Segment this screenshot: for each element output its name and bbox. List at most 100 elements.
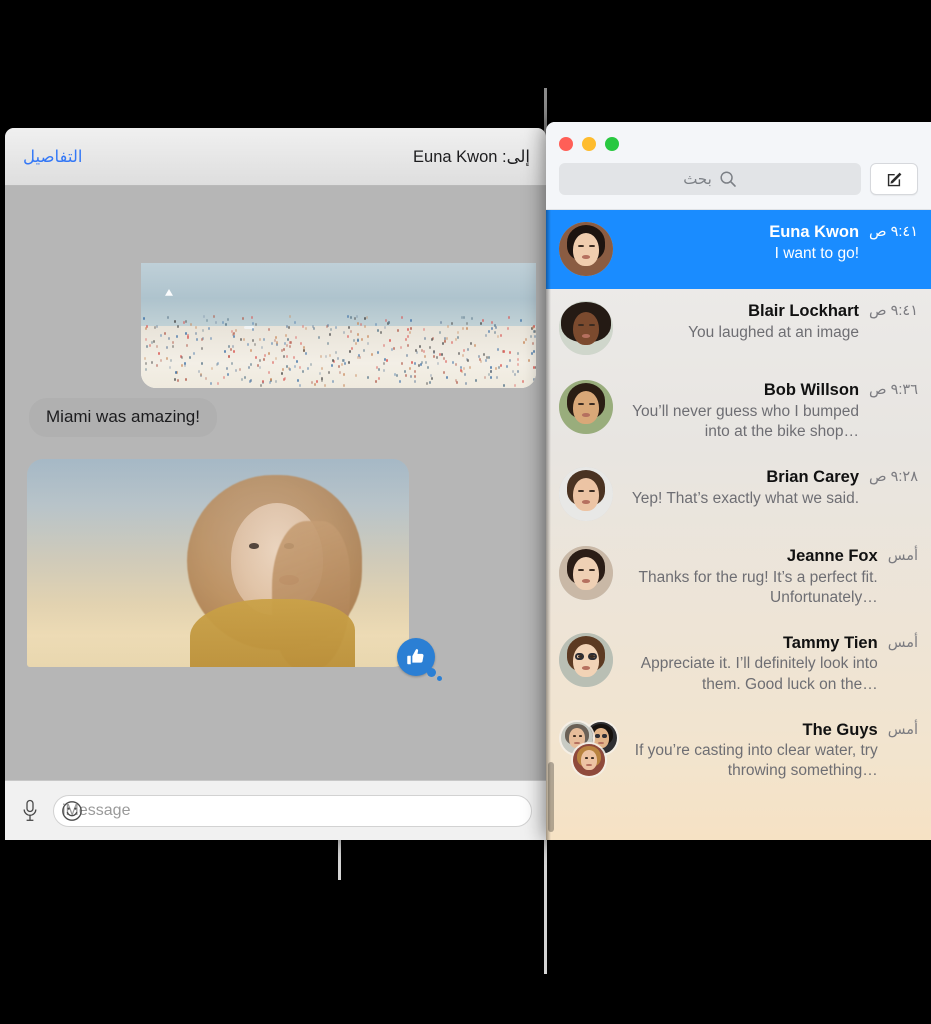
message-transcript[interactable]: Miami was amazing!: [5, 186, 546, 780]
minimize-button[interactable]: [582, 137, 596, 151]
tapback-badge-dot-small: [437, 676, 442, 681]
thumbs-up-icon: [407, 649, 424, 665]
crowd-person: [313, 382, 316, 386]
crowd-person: [482, 318, 485, 322]
crowd-person: [182, 320, 185, 324]
crowd-person: [180, 363, 183, 367]
crowd-person: [470, 316, 473, 320]
crowd-person: [494, 366, 497, 370]
conversation-snippet: You’ll never guess who I bumped into at …: [632, 402, 860, 440]
close-button[interactable]: [559, 137, 573, 151]
crowd-person: [497, 347, 500, 351]
crowd-person: [148, 344, 151, 348]
crowd-person: [413, 370, 416, 374]
crowd-person: [513, 372, 516, 376]
crowd-person: [458, 351, 461, 355]
crowd-person: [234, 369, 237, 373]
portrait-photo-attachment[interactable]: [27, 459, 409, 667]
tammy-tien-avatar: [559, 632, 613, 687]
conversation-snippet: You laughed at an image: [688, 323, 860, 341]
crowd-person: [253, 342, 256, 346]
beach-photo-sea: [141, 263, 536, 328]
crowd-person: [390, 348, 393, 352]
crowd-person: [320, 366, 323, 370]
crowd-person: [382, 369, 385, 373]
crowd-person: [377, 368, 380, 372]
conversation-titlebar: إلى: Euna Kwon التفاصيل: [5, 128, 546, 186]
crowd-person: [534, 334, 536, 338]
imessage-input[interactable]: iMessage: [53, 794, 532, 827]
crowd-person: [385, 319, 388, 323]
conversation-list[interactable]: ٩:٤١ ص Euna Kwon I want to go! ٩:٤١ ص Blair …: [546, 210, 931, 795]
crowd-person: [530, 334, 533, 338]
avatar-face: [573, 390, 599, 425]
details-link[interactable]: التفاصيل: [23, 147, 82, 167]
crowd-person: [535, 366, 536, 370]
crowd-person: [396, 328, 399, 332]
conversation-row-brian-carey[interactable]: ٩:٢٨ ص Brian Carey Yep! That’s exactly wha…: [546, 455, 931, 534]
conversation-row-euna-kwon[interactable]: ٩:٤١ ص Euna Kwon I want to go!: [546, 210, 931, 289]
crowd-person: [293, 355, 296, 359]
crowd-person: [356, 315, 359, 319]
crowd-person: [152, 339, 155, 343]
zoom-button[interactable]: [605, 137, 619, 151]
conversation-row-bob-willson[interactable]: ٩:٣٦ ص Bob Willson You’ll never guess who …: [546, 368, 931, 455]
the-guys-group-avatar: [559, 719, 619, 778]
conversation-name: Brian Carey: [766, 467, 860, 486]
conversation-name: Euna Kwon: [769, 223, 860, 241]
crowd-person: [155, 363, 158, 367]
search-input[interactable]: بحث: [559, 163, 861, 195]
smiley-icon[interactable]: [61, 800, 83, 822]
screenshot-stage: إلى: Euna Kwon التفاصيل Miami was amazin…: [0, 0, 931, 1024]
conversation-name: Jeanne Fox: [786, 546, 878, 565]
crowd-person: [360, 337, 363, 341]
crowd-person: [261, 345, 264, 349]
conversation-row-tammy-tien[interactable]: أمس Tammy Tien Appreciate it. I’ll definit…: [546, 621, 931, 708]
crowd-person: [462, 326, 465, 330]
thumbs-up-tapback-badge[interactable]: [397, 638, 442, 681]
crowd-person: [461, 354, 464, 358]
conversation-row-jeanne-fox[interactable]: أمس Jeanne Fox Thanks for the rug! It’s a …: [546, 534, 931, 621]
crowd-person: [209, 381, 212, 385]
crowd-person: [354, 341, 357, 345]
crowd-person: [424, 336, 427, 340]
crowd-person: [409, 318, 412, 322]
crowd-person: [413, 361, 416, 365]
crowd-person: [376, 350, 379, 354]
blair-lockhart-avatar: [559, 301, 613, 355]
brian-carey-avatar: [559, 466, 613, 521]
crowd-person: [407, 343, 410, 347]
crowd-person: [356, 322, 359, 326]
crowd-person: [428, 380, 431, 384]
crowd-person: [286, 343, 288, 347]
crowd-person: [370, 353, 373, 357]
conversation-row-blair-lockhart[interactable]: ٩:٤١ ص Blair Lockhart You laughed at an im…: [546, 289, 931, 368]
crowd-person: [505, 365, 508, 369]
crowd-person: [267, 328, 270, 332]
crowd-person: [506, 326, 509, 330]
crowd-person: [184, 378, 187, 382]
crowd-person: [383, 326, 386, 330]
avatar-face: [581, 750, 597, 770]
compose-new-message-button[interactable]: [870, 163, 918, 195]
compose-bar: iMessage: [5, 780, 546, 840]
jeanne-fox-avatar: [559, 545, 613, 600]
crowd-person: [173, 319, 176, 323]
beach-photo-attachment[interactable]: [141, 263, 536, 388]
crowd-person: [399, 346, 402, 350]
crowd-person: [328, 332, 331, 336]
avatar-right-eye: [589, 489, 595, 493]
conversation-row-the-guys[interactable]: أمس The Guys If you’re casting into clear …: [546, 708, 931, 795]
crowd-person: [163, 332, 166, 336]
crowd-person: [513, 383, 516, 387]
incoming-message-bubble[interactable]: Miami was amazing!: [29, 398, 217, 437]
crowd-person: [463, 373, 466, 377]
crowd-person: [242, 338, 245, 342]
crowd-person: [516, 357, 519, 361]
crowd-person: [205, 318, 208, 322]
crowd-person: [168, 365, 171, 369]
euna-kwon-avatar: [559, 222, 613, 276]
crowd-person: [332, 358, 335, 362]
crowd-person: [462, 349, 465, 353]
microphone-icon[interactable]: [17, 796, 43, 826]
